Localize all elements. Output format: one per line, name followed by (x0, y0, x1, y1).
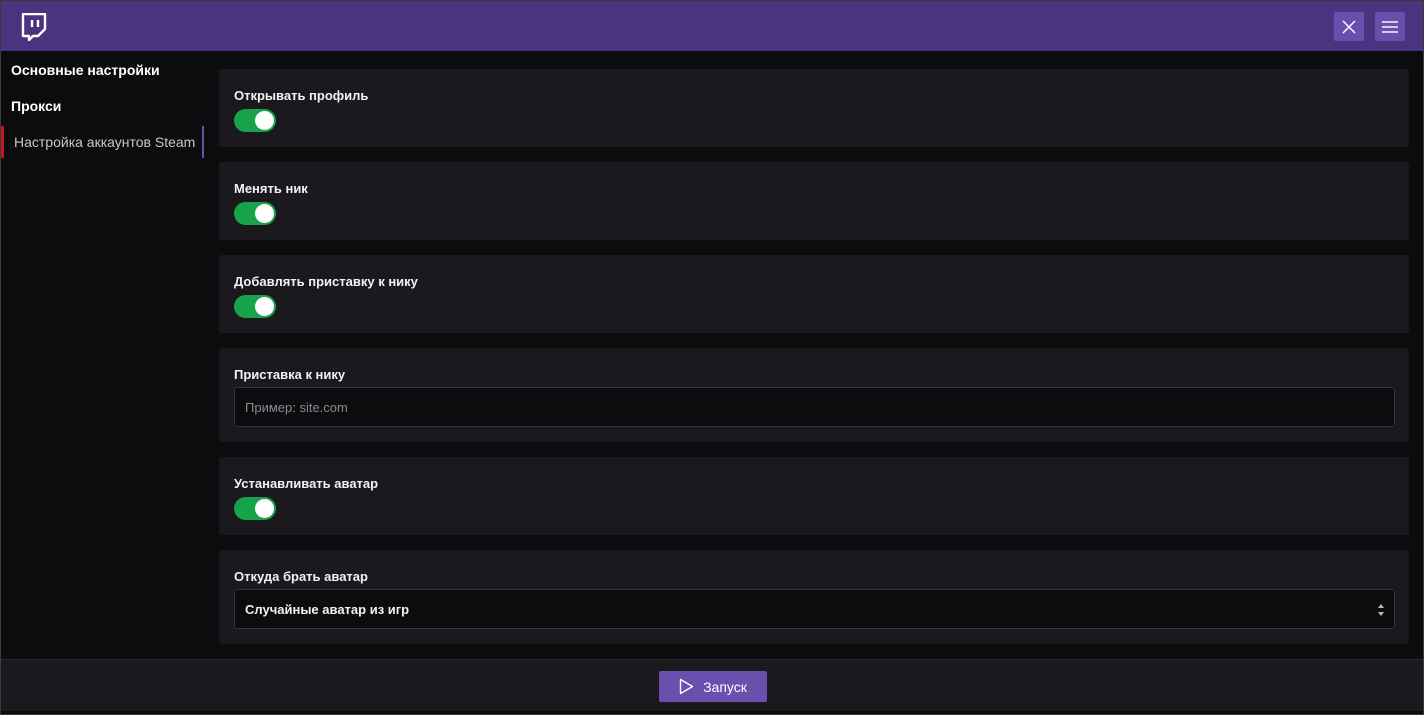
setting-card-avatar-source: Откуда брать аватар Случайные аватар из … (219, 550, 1409, 644)
toggle-knob (255, 297, 274, 316)
close-icon (1342, 20, 1356, 33)
settings-panel: Открывать профиль Менять ник Добавлять п… (204, 51, 1423, 659)
setting-card-open-profile: Открывать профиль (219, 69, 1409, 147)
setting-label: Менять ник (234, 181, 308, 196)
title-bar (1, 1, 1423, 51)
hamburger-menu-icon (1382, 20, 1398, 33)
setting-label: Добавлять приставку к нику (234, 274, 418, 289)
setting-card-add-prefix: Добавлять приставку к нику (219, 255, 1409, 333)
avatar-source-selected-value: Случайные аватар из игр (245, 601, 410, 617)
setting-label: Приставка к нику (234, 367, 346, 382)
set-avatar-toggle[interactable] (234, 497, 276, 520)
setting-card-prefix: Приставка к нику (219, 348, 1409, 442)
sidebar-item-proxy[interactable]: Прокси (1, 90, 204, 122)
menu-button[interactable] (1375, 12, 1405, 41)
setting-label: Открывать профиль (234, 88, 369, 103)
sidebar-item-general-settings[interactable]: Основные настройки (1, 54, 204, 86)
run-button-label: Запуск (703, 678, 747, 695)
sidebar-item-steam-accounts[interactable]: Настройка аккаунтов Steam (1, 126, 204, 158)
toggle-knob (255, 111, 274, 130)
change-nick-toggle[interactable] (234, 202, 276, 225)
toggle-knob (255, 499, 274, 518)
setting-card-set-avatar: Устанавливать аватар (219, 457, 1409, 535)
run-button[interactable]: Запуск (659, 671, 767, 702)
close-button[interactable] (1334, 12, 1364, 41)
select-arrows-icon (1378, 604, 1384, 616)
toggle-knob (255, 204, 274, 223)
setting-label: Откуда брать аватар (234, 569, 368, 584)
add-prefix-toggle[interactable] (234, 295, 276, 318)
prefix-input[interactable] (245, 399, 1394, 415)
prefix-field (234, 387, 1395, 427)
setting-label: Устанавливать аватар (234, 476, 379, 491)
play-icon (679, 678, 694, 695)
sidebar: Основные настройки Прокси Настройка акка… (1, 51, 204, 659)
app-window: Основные настройки Прокси Настройка акка… (0, 0, 1424, 715)
footer-bar: Запуск (1, 659, 1423, 711)
avatar-source-select[interactable]: Случайные аватар из игр (234, 589, 1395, 629)
setting-card-change-nick: Менять ник (219, 162, 1409, 240)
open-profile-toggle[interactable] (234, 109, 276, 132)
twitch-logo-icon (21, 13, 47, 41)
